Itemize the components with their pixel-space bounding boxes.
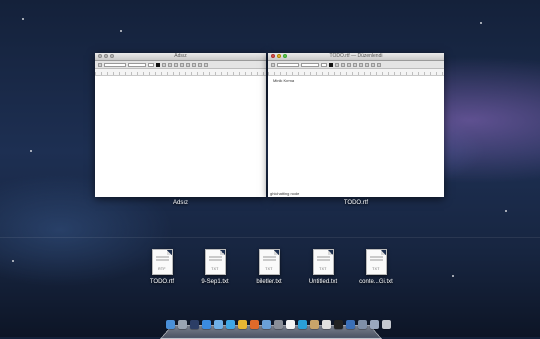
star	[30, 150, 32, 152]
align-right-button[interactable]	[365, 62, 369, 67]
font-size-select[interactable]	[148, 62, 154, 67]
format-toolbar	[95, 61, 266, 69]
terminal-icon[interactable]	[334, 320, 343, 329]
star	[22, 18, 24, 20]
file-extension: TXT	[211, 267, 219, 271]
document-item-9-sep1[interactable]: TXT 9-Sep1.txt	[190, 249, 240, 285]
launchpad-icon[interactable]	[178, 320, 187, 329]
paragraph-style-button[interactable]	[98, 62, 102, 67]
document-item-biletler[interactable]: TXT biletler.txt	[244, 249, 294, 285]
font-style-select[interactable]	[301, 62, 319, 67]
star	[480, 22, 482, 24]
itunes-icon[interactable]	[262, 320, 271, 329]
calendar-icon[interactable]	[286, 320, 295, 329]
dock-app-list	[166, 320, 391, 329]
file-extension: TXT	[265, 267, 273, 271]
italic-button[interactable]	[341, 62, 345, 67]
document-item-untitled[interactable]: TXT Untitled.txt	[298, 249, 348, 285]
italic-button[interactable]	[168, 62, 172, 67]
align-center-button[interactable]	[359, 62, 363, 67]
file-extension: TXT	[372, 267, 380, 271]
font-family-select[interactable]	[277, 62, 299, 67]
desktop-divider	[0, 237, 540, 238]
ruler[interactable]	[95, 69, 266, 76]
contacts-icon[interactable]	[310, 320, 319, 329]
font-style-select[interactable]	[128, 62, 146, 67]
xcode-icon[interactable]	[346, 320, 355, 329]
document-line: ghichatting node	[270, 191, 300, 196]
trash-icon[interactable]	[382, 320, 391, 329]
window-title: Adsız	[174, 53, 187, 59]
line-spacing-button[interactable]	[371, 62, 375, 67]
textedit-window-untitled[interactable]: Adsız	[95, 53, 266, 197]
txt-document-icon: TXT	[365, 249, 387, 275]
document-label: biletler.txt	[256, 279, 282, 285]
txt-document-icon: TXT	[312, 249, 334, 275]
align-center-button[interactable]	[186, 62, 190, 67]
bold-button[interactable]	[335, 62, 339, 67]
document-body[interactable]	[95, 76, 266, 197]
line-spacing-button[interactable]	[198, 62, 202, 67]
document-label: TODO.rtf	[149, 279, 175, 285]
downloads-stack-icon[interactable]	[358, 320, 367, 329]
list-button[interactable]	[204, 62, 208, 67]
file-extension: RTF	[158, 267, 166, 271]
mission-control-icon[interactable]	[190, 320, 199, 329]
document-item-todo-rtf[interactable]: RTF TODO.rtf	[137, 249, 187, 285]
star	[452, 275, 454, 277]
textedit-window-todo[interactable]: TODO.rtf — Düzenlendi Minik Kırma ghicha…	[268, 53, 444, 197]
chrome-icon[interactable]	[238, 320, 247, 329]
app-store-icon[interactable]	[202, 320, 211, 329]
align-left-button[interactable]	[353, 62, 357, 67]
firefox-icon[interactable]	[250, 320, 259, 329]
system-preferences-icon[interactable]	[274, 320, 283, 329]
text-color-swatch[interactable]	[156, 62, 160, 67]
format-toolbar	[268, 61, 444, 69]
window-label-untitled: Adsız	[172, 200, 188, 206]
documents-stack-icon[interactable]	[370, 320, 379, 329]
text-color-swatch[interactable]	[329, 62, 333, 67]
document-line: Minik Kırma	[273, 78, 295, 83]
align-right-button[interactable]	[192, 62, 196, 67]
finder-icon[interactable]	[166, 320, 175, 329]
underline-button[interactable]	[347, 62, 351, 67]
txt-document-icon: TXT	[258, 249, 280, 275]
txt-document-icon: TXT	[204, 249, 226, 275]
font-family-select[interactable]	[104, 62, 126, 67]
document-body[interactable]: Minik Kırma ghichatting node	[268, 76, 444, 197]
mail-icon[interactable]	[214, 320, 223, 329]
document-item-conte[interactable]: TXT conte...Gi.txt	[351, 249, 401, 285]
window-title: TODO.rtf — Düzenlendi	[329, 53, 383, 59]
underline-button[interactable]	[174, 62, 178, 67]
font-size-select[interactable]	[321, 62, 327, 67]
skype-icon[interactable]	[298, 320, 307, 329]
star	[120, 30, 122, 32]
bold-button[interactable]	[162, 62, 166, 67]
safari-icon[interactable]	[226, 320, 235, 329]
window-titlebar[interactable]: TODO.rtf — Düzenlendi	[268, 53, 444, 61]
paragraph-style-button[interactable]	[271, 62, 275, 67]
star	[12, 260, 14, 262]
window-titlebar[interactable]: Adsız	[95, 53, 266, 61]
textedit-icon[interactable]	[322, 320, 331, 329]
document-label: Untitled.txt	[308, 279, 338, 285]
window-label-todo: TODO.rtf	[343, 200, 369, 206]
list-button[interactable]	[377, 62, 381, 67]
align-left-button[interactable]	[180, 62, 184, 67]
star	[505, 210, 507, 212]
document-label: conte...Gi.txt	[359, 279, 393, 285]
file-extension: TXT	[319, 267, 327, 271]
ruler[interactable]	[268, 69, 444, 76]
rtf-document-icon: RTF	[151, 249, 173, 275]
document-label: 9-Sep1.txt	[201, 279, 229, 285]
mission-control-desktop: { "windows": [ { "title": "Adsız", "labe…	[0, 0, 540, 339]
